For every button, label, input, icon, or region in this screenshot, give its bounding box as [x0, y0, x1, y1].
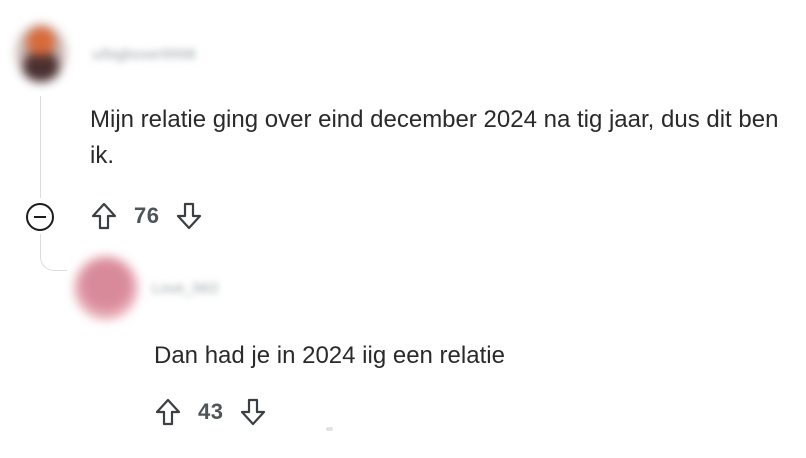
thread-line[interactable] — [40, 96, 41, 198]
vote-bar: 76 — [88, 200, 205, 232]
more-options-hint — [326, 427, 333, 431]
vote-count: 76 — [134, 203, 160, 228]
minus-icon — [34, 216, 46, 218]
vote-bar: 43 — [152, 396, 269, 428]
upvote-button[interactable] — [88, 200, 120, 232]
arrow-up-icon — [155, 398, 181, 426]
vote-count: 43 — [198, 399, 224, 424]
reply-thread-connector — [40, 234, 67, 271]
downvote-button[interactable] — [173, 200, 205, 232]
collapse-thread-button[interactable] — [26, 203, 54, 231]
downvote-button[interactable] — [237, 396, 269, 428]
arrow-down-icon — [177, 202, 202, 230]
arrow-down-icon — [241, 398, 266, 426]
avatar[interactable] — [16, 24, 66, 82]
username[interactable]: Love_lW2 — [152, 280, 219, 297]
username[interactable]: u/bigboxer9998 — [92, 46, 195, 63]
comment-body: Mijn relatie ging over eind december 202… — [90, 106, 779, 169]
comment-body: Dan had je in 2024 iig een relatie — [154, 342, 505, 369]
avatar[interactable] — [74, 256, 138, 320]
upvote-button[interactable] — [152, 396, 184, 428]
arrow-up-icon — [91, 202, 117, 230]
